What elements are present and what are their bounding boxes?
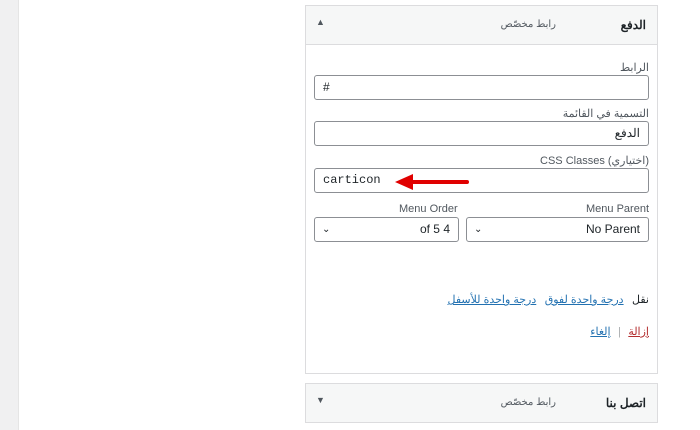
- navigation-label-label: التسمية في القائمة: [562, 108, 649, 120]
- move-label: نقل: [632, 294, 649, 306]
- navigation-label-input[interactable]: الدفع: [314, 121, 649, 146]
- menu-parent-value: No Parent: [585, 222, 640, 236]
- chevron-down-icon: ⌄: [322, 224, 331, 235]
- actions-row: إزالة | إلغاء: [590, 322, 649, 340]
- menu-item-type: رابط مخصّص: [500, 19, 556, 30]
- menu-item-panel-contact[interactable]: اتصل بنا رابط مخصّص ▼: [305, 383, 658, 423]
- menu-item-panel-payment: الدفع رابط مخصّص ▲ الرابط # التسمية في ا…: [305, 5, 658, 374]
- css-classes-label: CSS Classes (اختياري): [540, 155, 649, 167]
- url-input[interactable]: #: [314, 75, 649, 100]
- move-up-link[interactable]: درجة واحدة لفوق: [545, 294, 624, 306]
- chevron-down-icon: ⌄: [474, 224, 483, 235]
- remove-link[interactable]: إزالة: [628, 326, 649, 338]
- menu-order-select[interactable]: ⌄ of 5 4: [314, 217, 459, 242]
- menu-parent-label: Menu Parent: [586, 203, 649, 215]
- menu-item-header[interactable]: اتصل بنا رابط مخصّص ▼: [306, 384, 657, 422]
- cancel-link[interactable]: إلغاء: [590, 326, 610, 338]
- menu-order-value: of 5 4: [419, 222, 450, 236]
- navigation-label-value: الدفع: [614, 126, 640, 140]
- collapse-arrow-icon[interactable]: ▲: [316, 17, 325, 27]
- url-input-value: #: [323, 80, 330, 94]
- menu-item-type: رابط مخصّص: [500, 397, 556, 408]
- menu-item-header[interactable]: الدفع رابط مخصّص ▲: [306, 6, 657, 45]
- menu-item-title: اتصل بنا: [605, 396, 646, 410]
- menu-parent-select[interactable]: ⌄ No Parent: [466, 217, 649, 242]
- expand-arrow-icon[interactable]: ▼: [316, 395, 325, 405]
- separator: |: [618, 326, 621, 338]
- move-row: نقل درجة واحدة لفوق درجة واحدة للأسفل: [448, 290, 650, 308]
- menu-item-title: الدفع: [620, 18, 646, 32]
- url-label: الرابط: [619, 62, 649, 74]
- css-classes-input[interactable]: carticon: [314, 168, 649, 193]
- annotation-arrow-icon: [395, 174, 469, 190]
- css-classes-value: carticon: [323, 173, 381, 187]
- move-down-link[interactable]: درجة واحدة للأسفل: [448, 294, 537, 306]
- menu-order-label: Menu Order: [399, 203, 458, 215]
